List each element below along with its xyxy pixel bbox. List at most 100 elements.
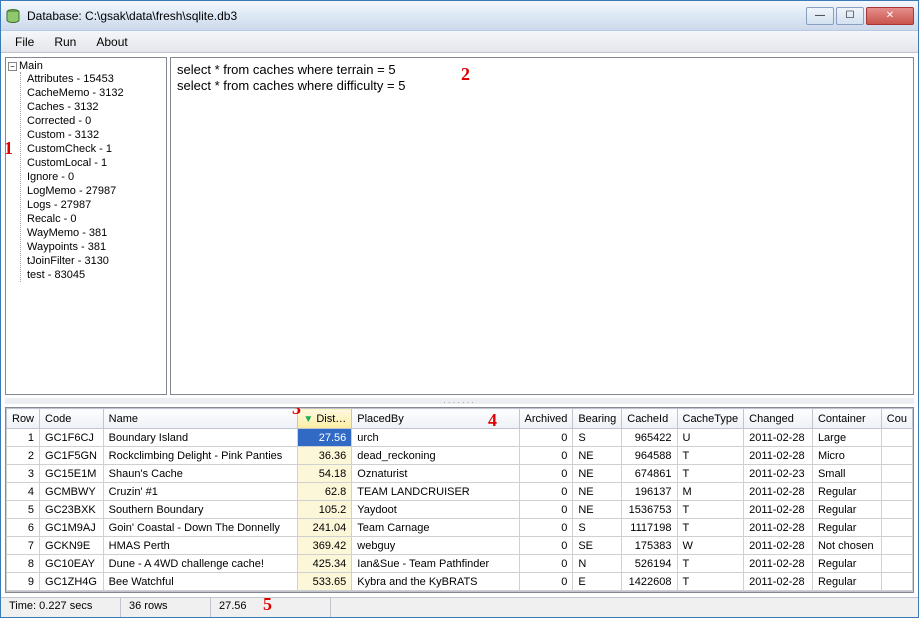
tree-item[interactable]: Logs - 27987 bbox=[27, 198, 164, 212]
table-cell[interactable]: webguy bbox=[352, 537, 519, 555]
table-cell[interactable] bbox=[881, 483, 912, 501]
table-cell[interactable]: 3 bbox=[7, 465, 40, 483]
table-cell[interactable]: 0 bbox=[519, 573, 573, 591]
sql-editor[interactable]: select * from caches where terrain = 5 s… bbox=[170, 57, 914, 395]
menu-run[interactable]: Run bbox=[44, 33, 86, 51]
table-cell[interactable]: 36.36 bbox=[298, 447, 352, 465]
maximize-button[interactable]: ☐ bbox=[836, 7, 864, 25]
table-cell[interactable] bbox=[881, 501, 912, 519]
table-cell[interactable]: 54.18 bbox=[298, 465, 352, 483]
table-cell[interactable]: T bbox=[677, 447, 744, 465]
table-cell[interactable]: Kybra and the KyBRATS bbox=[352, 573, 519, 591]
menu-file[interactable]: File bbox=[5, 33, 44, 51]
table-row[interactable]: 3GC15E1MShaun's Cache54.18Oznaturist0NE6… bbox=[7, 465, 913, 483]
tree-root-label[interactable]: Main bbox=[19, 60, 43, 72]
column-header[interactable]: Cou bbox=[881, 409, 912, 429]
table-cell[interactable]: Not chosen bbox=[812, 537, 881, 555]
column-header[interactable]: PlacedBy bbox=[352, 409, 519, 429]
table-cell[interactable]: 7 bbox=[7, 537, 40, 555]
table-cell[interactable]: 2011-02-28 bbox=[744, 447, 813, 465]
table-cell[interactable]: 62.8 bbox=[298, 483, 352, 501]
tree-item[interactable]: Attributes - 15453 bbox=[27, 72, 164, 86]
table-cell[interactable]: T bbox=[677, 501, 744, 519]
table-cell[interactable]: Micro bbox=[812, 447, 881, 465]
table-cell[interactable]: 241.04 bbox=[298, 519, 352, 537]
table-cell[interactable]: 175383 bbox=[622, 537, 677, 555]
table-cell[interactable]: E bbox=[573, 573, 622, 591]
table-cell[interactable]: 6 bbox=[7, 519, 40, 537]
table-cell[interactable]: T bbox=[677, 573, 744, 591]
table-cell[interactable]: GC1F5GN bbox=[40, 447, 104, 465]
scroll-left-button[interactable]: ◄ bbox=[6, 592, 22, 593]
table-cell[interactable]: NE bbox=[573, 483, 622, 501]
table-cell[interactable]: NE bbox=[573, 465, 622, 483]
tree-item[interactable]: Corrected - 0 bbox=[27, 114, 164, 128]
table-cell[interactable]: 2011-02-28 bbox=[744, 429, 813, 447]
column-header[interactable]: Container bbox=[812, 409, 881, 429]
table-cell[interactable]: TEAM LANDCRUISER bbox=[352, 483, 519, 501]
table-cell[interactable]: 2011-02-28 bbox=[744, 483, 813, 501]
tree-item[interactable]: CustomLocal - 1 bbox=[27, 156, 164, 170]
table-row[interactable]: 5GC23BXKSouthern Boundary105.2Yaydoot0NE… bbox=[7, 501, 913, 519]
table-cell[interactable]: 2011-02-28 bbox=[744, 501, 813, 519]
table-cell[interactable]: 0 bbox=[519, 555, 573, 573]
table-cell[interactable]: Oznaturist bbox=[352, 465, 519, 483]
table-cell[interactable]: Bee Watchful bbox=[103, 573, 298, 591]
table-cell[interactable]: SE bbox=[573, 537, 622, 555]
table-cell[interactable]: N bbox=[573, 555, 622, 573]
tree-item[interactable]: tJoinFilter - 3130 bbox=[27, 254, 164, 268]
table-cell[interactable]: 2011-02-28 bbox=[744, 537, 813, 555]
table-row[interactable]: 2GC1F5GNRockclimbing Delight - Pink Pant… bbox=[7, 447, 913, 465]
results-grid[interactable]: 3 4 RowCodeName▼ Dist…PlacedByArchivedBe… bbox=[5, 407, 914, 593]
table-cell[interactable]: GC10EAY bbox=[40, 555, 104, 573]
tree-item[interactable]: Caches - 3132 bbox=[27, 100, 164, 114]
table-cell[interactable]: 964588 bbox=[622, 447, 677, 465]
table-cell[interactable] bbox=[881, 429, 912, 447]
table-cell[interactable]: Team Carnage bbox=[352, 519, 519, 537]
scroll-right-button[interactable]: ► bbox=[897, 592, 913, 593]
table-cell[interactable]: Shaun's Cache bbox=[103, 465, 298, 483]
menu-about[interactable]: About bbox=[86, 33, 137, 51]
table-row[interactable]: 8GC10EAYDune - A 4WD challenge cache!425… bbox=[7, 555, 913, 573]
table-cell[interactable]: 2011-02-28 bbox=[744, 555, 813, 573]
table-cell[interactable]: dead_reckoning bbox=[352, 447, 519, 465]
table-cell[interactable]: Regular bbox=[812, 555, 881, 573]
table-cell[interactable]: 196137 bbox=[622, 483, 677, 501]
tree-item[interactable]: Waypoints - 381 bbox=[27, 240, 164, 254]
table-cell[interactable]: 965422 bbox=[622, 429, 677, 447]
table-row[interactable]: 4GCMBWYCruzin' #162.8TEAM LANDCRUISER0NE… bbox=[7, 483, 913, 501]
table-cell[interactable] bbox=[881, 573, 912, 591]
table-cell[interactable]: GC23BXK bbox=[40, 501, 104, 519]
column-header[interactable]: Row bbox=[7, 409, 40, 429]
table-cell[interactable]: 674861 bbox=[622, 465, 677, 483]
table-cell[interactable]: HMAS Perth bbox=[103, 537, 298, 555]
tree-item[interactable]: WayMemo - 381 bbox=[27, 226, 164, 240]
table-cell[interactable]: Regular bbox=[812, 519, 881, 537]
table-cell[interactable]: 533.65 bbox=[298, 573, 352, 591]
table-cell[interactable]: Ian&Sue - Team Pathfinder bbox=[352, 555, 519, 573]
table-cell[interactable]: Regular bbox=[812, 573, 881, 591]
table-cell[interactable] bbox=[881, 447, 912, 465]
table-cell[interactable]: T bbox=[677, 555, 744, 573]
table-cell[interactable]: 2011-02-28 bbox=[744, 573, 813, 591]
table-cell[interactable]: Small bbox=[812, 465, 881, 483]
table-row[interactable]: 1GC1F6CJBoundary Island27.56urch0S965422… bbox=[7, 429, 913, 447]
tree-item[interactable]: LogMemo - 27987 bbox=[27, 184, 164, 198]
table-cell[interactable]: Regular bbox=[812, 501, 881, 519]
column-header[interactable]: CacheId bbox=[622, 409, 677, 429]
table-cell[interactable]: 369.42 bbox=[298, 537, 352, 555]
column-header[interactable]: Bearing bbox=[573, 409, 622, 429]
column-header[interactable]: Code bbox=[40, 409, 104, 429]
column-header[interactable]: Changed bbox=[744, 409, 813, 429]
scroll-track[interactable] bbox=[22, 592, 897, 593]
table-cell[interactable]: Goin' Coastal - Down The Donnelly bbox=[103, 519, 298, 537]
table-cell[interactable]: 105.2 bbox=[298, 501, 352, 519]
tree-toggle-icon[interactable]: − bbox=[8, 62, 17, 71]
table-cell[interactable]: S bbox=[573, 519, 622, 537]
table-cell[interactable] bbox=[881, 555, 912, 573]
table-cell[interactable]: M bbox=[677, 483, 744, 501]
table-cell[interactable] bbox=[881, 519, 912, 537]
table-cell[interactable]: 2011-02-23 bbox=[744, 465, 813, 483]
column-header[interactable]: Archived bbox=[519, 409, 573, 429]
table-cell[interactable]: 425.34 bbox=[298, 555, 352, 573]
